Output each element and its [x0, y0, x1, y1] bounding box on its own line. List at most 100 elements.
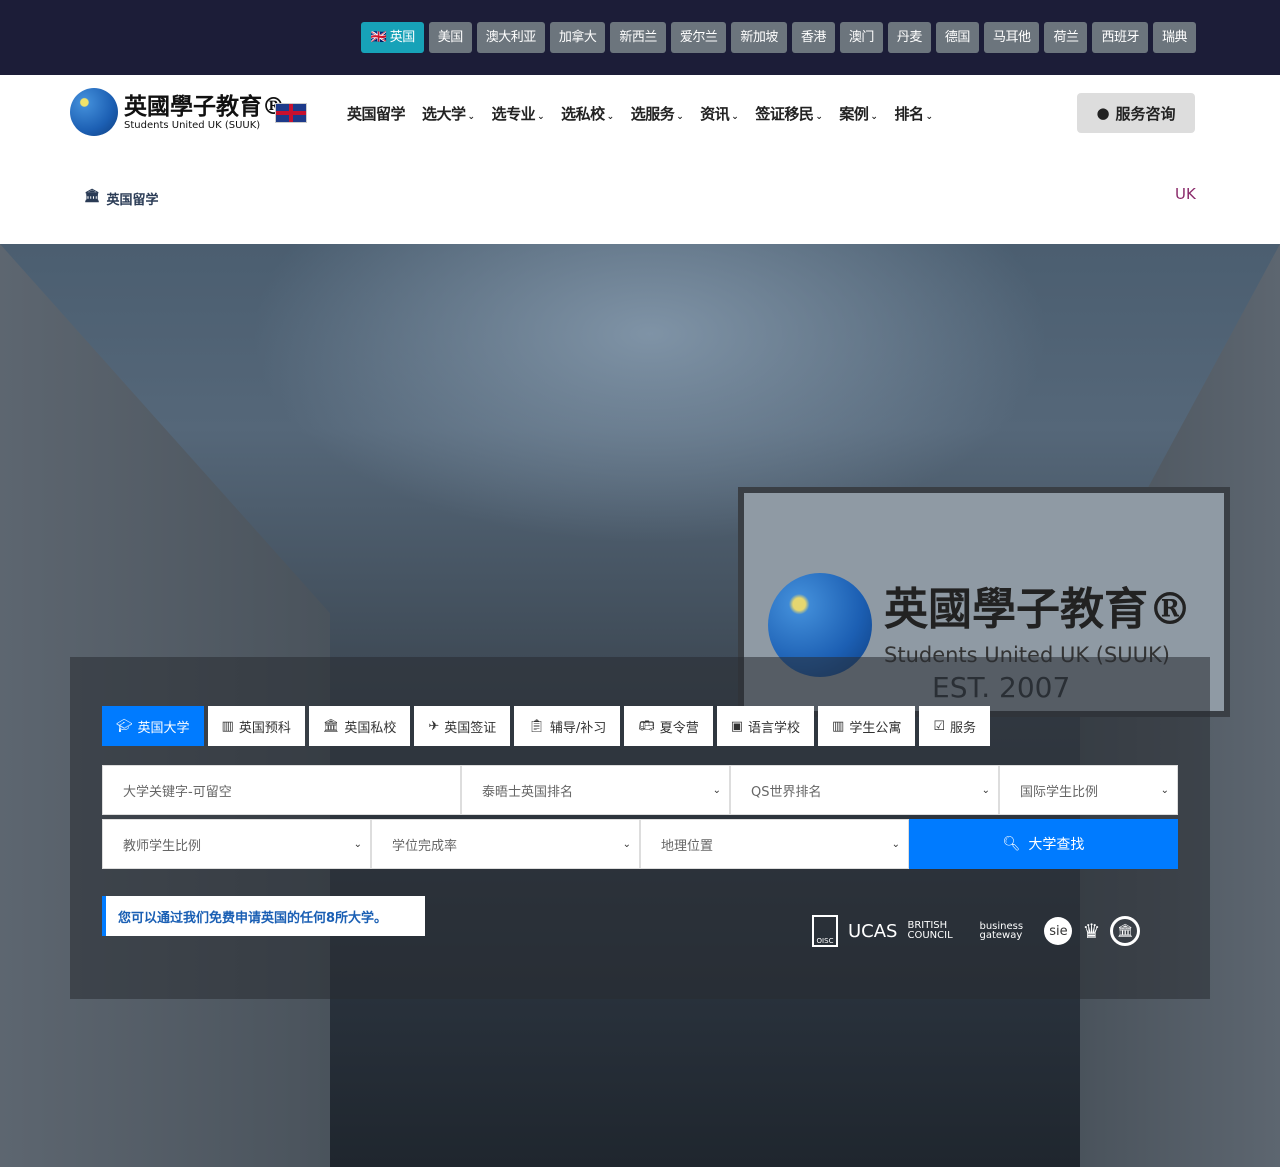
keyword-placeholder: 大学关键字-可留空 [123, 784, 232, 800]
tab-label: 夏令营 [659, 720, 699, 736]
chevron-down-icon: ⌄ [606, 111, 615, 122]
chevron-down-icon: ⌄ [353, 838, 362, 850]
tab[interactable]: ☑ 服务 [919, 706, 991, 746]
building-icon: ▥ [221, 718, 234, 734]
uk-flag-icon [275, 103, 307, 123]
info-note: 您可以通过我们免费申请英国的任何8所大学。 [102, 896, 425, 936]
hero-banner: 英國學子教育® Students United UK (SUUK) EST. 2… [0, 244, 1280, 1167]
nav-item[interactable]: 排名 ⌄ [894, 103, 933, 124]
search-button[interactable]: 🔍︎ 大学查找 [909, 819, 1178, 869]
select-value: QS世界排名 [751, 784, 822, 800]
ucas-logo: UCAS [848, 920, 898, 942]
country-button[interactable]: 德国 [935, 22, 979, 53]
nav-item[interactable]: 选私校 ⌄ [561, 103, 614, 124]
intl-ratio-select[interactable]: 国际学生比例 ⌄ [999, 765, 1178, 815]
consult-button[interactable]: ● 服务咨询 [1077, 93, 1195, 133]
country-button[interactable]: 荷兰 [1044, 22, 1088, 53]
nav-item[interactable]: 案例 ⌄ [839, 103, 878, 124]
tab[interactable]: ▥ 英国预科 [207, 706, 305, 746]
select-value: 地理位置 [661, 838, 714, 854]
clipboard-icon: 📋︎ [528, 718, 545, 734]
country-button[interactable]: 澳门 [839, 22, 883, 53]
country-button[interactable]: 加拿大 [549, 22, 606, 53]
country-button[interactable]: 马耳他 [983, 22, 1040, 53]
country-bar: 🇬🇧 英国 美国 澳大利亚 加拿大 新西兰 爱尔兰 新加坡 香港 澳门 丹麦 德国 马耳他 荷兰 西班牙瑞… [0, 0, 1280, 75]
times-ranking-select[interactable]: 泰晤士英国排名 ⌄ [461, 765, 730, 815]
country-button[interactable]: 🇬🇧 英国 [361, 22, 424, 53]
country-button[interactable]: 爱尔兰 [670, 22, 727, 53]
tab-label: 英国大学 [137, 720, 190, 736]
chevron-down-icon: ⌄ [676, 111, 684, 122]
chevron-down-icon: ⌄ [925, 111, 933, 122]
breadcrumb[interactable]: 🏛 英国留学 [84, 189, 159, 208]
billboard-est: EST. 2007 [932, 671, 1071, 704]
university-icon: 🏛 [322, 718, 340, 734]
billboard-cn: 英國學子教育® [884, 584, 1192, 635]
partner-logos: OISC UCAS BRITISH COUNCIL business gatew… [812, 915, 1141, 947]
main-nav: 英国留学 选大学 ⌄ 选专业 ⌄ 选私校 ⌄ 选服务 ⌄ 资讯 ⌄ 签证移民 ⌄ 案例 ⌄ 排名 ⌄ [347, 93, 950, 133]
country-button[interactable]: 丹麦 [887, 22, 931, 53]
nav-label: 选服务 [630, 104, 675, 123]
tab-label: 学生公寓 [849, 720, 902, 736]
select-value: 教师学生比例 [123, 838, 202, 854]
plane-icon: ✈︎ [428, 718, 440, 734]
chevron-down-icon: ⌄ [1160, 784, 1169, 796]
nav-label: 排名 [894, 104, 924, 123]
teacher-ratio-select[interactable]: 教师学生比例 ⌄ [102, 819, 371, 869]
graduation-cap-icon: 🎓︎ [116, 718, 133, 734]
country-button[interactable]: 美国 [428, 22, 472, 53]
keyword-input[interactable]: 大学关键字-可留空 [102, 765, 461, 815]
select-value: 学位完成率 [392, 838, 458, 854]
tab[interactable]: 🏛 英国私校 [308, 706, 411, 746]
nav-item[interactable]: 选大学 ⌄ [422, 103, 475, 124]
nav-item[interactable]: 选服务 ⌄ [631, 103, 684, 124]
logo[interactable]: 英國學子教育® Students United UK (SUUK) [70, 88, 285, 136]
logo-cn: 英國學子教育® [124, 92, 285, 120]
crown-crest-icon: ♛ [1082, 919, 1101, 943]
search-tabs: 🎓︎ 英国大学 ▥ 英国预科 🏛 英国私校 ✈︎ 英国签证 📋︎ 辅导/补习 🚌︎ 夏令营 ▣ 语言学校 ▥… [102, 706, 991, 746]
country-button[interactable]: 香港 [791, 22, 835, 53]
qs-ranking-select[interactable]: QS世界排名 ⌄ [730, 765, 999, 815]
business-gateway-logo: business gateway [979, 921, 1024, 941]
tab-label: 英国签证 [444, 720, 497, 736]
chevron-down-icon: ⌄ [891, 838, 900, 850]
nav-item[interactable]: 选专业 ⌄ [492, 103, 545, 124]
tab-label: 辅导/补习 [549, 720, 607, 736]
check-square-icon: ☑ [933, 718, 946, 734]
search-panel: 🎓︎ 英国大学 ▥ 英国预科 🏛 英国私校 ✈︎ 英国签证 📋︎ 辅导/补习 🚌︎ 夏令营 ▣ 语言学校 ▥… [70, 657, 1210, 999]
completion-rate-select[interactable]: 学位完成率 ⌄ [371, 819, 640, 869]
chevron-down-icon: ⌄ [712, 784, 721, 796]
tab-label: 英国预科 [238, 720, 291, 736]
tab[interactable]: 🎓︎ 英国大学 [102, 706, 204, 746]
chevron-down-icon: ⌄ [731, 111, 739, 122]
country-button[interactable]: 西班牙 [1092, 22, 1148, 53]
oisc-logo: OISC [812, 915, 838, 947]
nav-item[interactable]: 资讯 ⌄ [700, 103, 739, 124]
tab[interactable]: ▥ 学生公寓 [818, 706, 916, 746]
nav-label: 案例 [839, 104, 869, 123]
select-value: 国际学生比例 [1020, 784, 1099, 800]
nav-label: 签证移民 [755, 104, 814, 123]
british-council-logo: BRITISH COUNCIL [907, 920, 953, 941]
country-button[interactable]: 瑞典 [1152, 22, 1196, 53]
nav-item[interactable]: 英国留学 [347, 103, 406, 124]
country-button[interactable]: 澳大利亚 [476, 22, 545, 53]
sie-logo: sie [1044, 917, 1073, 945]
user-icon: ● [1096, 104, 1110, 122]
nav-label: 资讯 [700, 104, 730, 123]
location-select[interactable]: 地理位置 ⌄ [640, 819, 909, 869]
tab-label: 服务 [950, 720, 977, 736]
country-button[interactable]: 新加坡 [731, 22, 787, 53]
tab[interactable]: ▣ 语言学校 [716, 706, 815, 746]
nav-item[interactable]: 签证移民 ⌄ [755, 103, 823, 124]
country-button[interactable]: 新西兰 [610, 22, 666, 53]
tab[interactable]: 🚌︎ 夏令营 [624, 706, 713, 746]
chevron-down-icon: ⌄ [622, 838, 631, 850]
chevron-down-icon: ⌄ [537, 111, 545, 122]
tab[interactable]: 📋︎ 辅导/补习 [514, 706, 621, 746]
tab[interactable]: ✈︎ 英国签证 [414, 706, 511, 746]
tab-label: 语言学校 [748, 720, 801, 736]
logo-en: Students United UK (SUUK) [124, 119, 261, 131]
consult-label: 服务咨询 [1115, 104, 1176, 123]
header: 英國學子教育® Students United UK (SUUK) 英国留学 选大… [0, 75, 1280, 244]
